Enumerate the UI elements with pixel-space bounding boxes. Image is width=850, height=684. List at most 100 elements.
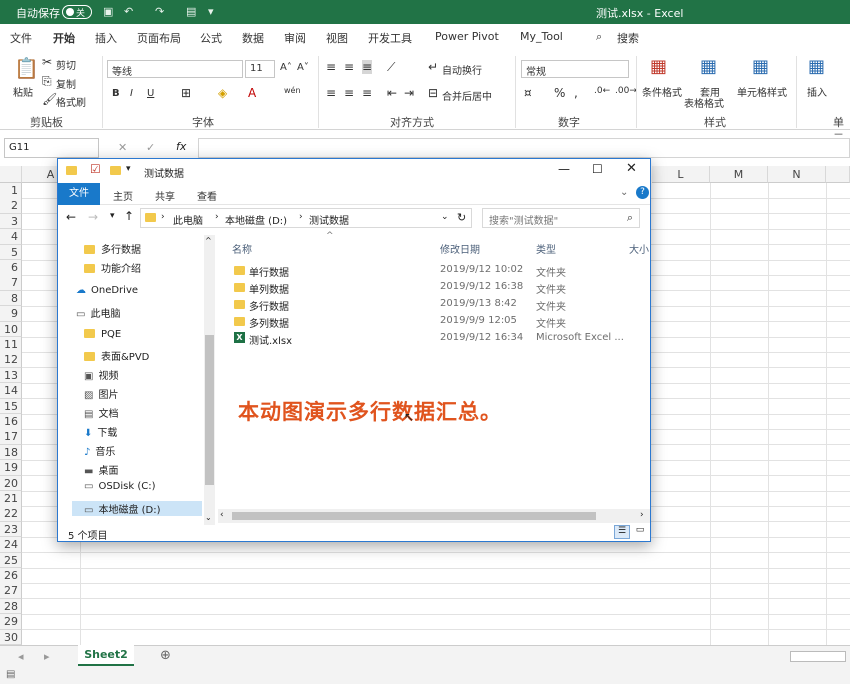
prev-sheet-icon[interactable]: ◂ (18, 650, 24, 663)
tab-formulas[interactable]: 公式 (200, 30, 222, 46)
row-header[interactable]: 7 (0, 275, 22, 291)
comma-icon[interactable]: , (574, 86, 578, 100)
nav-item[interactable]: 多行数据 (84, 241, 141, 256)
cell-style-icon[interactable]: ▦ (752, 56, 769, 77)
details-view-icon[interactable]: ☰ (614, 525, 630, 539)
decrease-decimal-icon[interactable]: .00→ (615, 86, 637, 96)
align-left-icon[interactable]: ≡ (326, 86, 336, 100)
qat-dropdown-icon[interactable]: ▾ (126, 164, 131, 174)
nav-item[interactable]: ▭ 此电脑 (76, 305, 120, 320)
next-sheet-icon[interactable]: ▸ (44, 650, 50, 663)
document-icon[interactable]: ▤ (186, 5, 196, 18)
column-header-next[interactable] (826, 166, 850, 183)
tab-file[interactable]: 文件 (10, 30, 32, 46)
file-list-scrollbar[interactable]: ‹ › (218, 509, 650, 523)
row-header[interactable]: 19 (0, 460, 22, 476)
enter-icon[interactable]: ✓ (146, 141, 155, 154)
row-header[interactable]: 12 (0, 352, 22, 368)
close-icon[interactable]: ✕ (626, 161, 637, 176)
table-format-icon[interactable]: ▦ (700, 56, 717, 77)
border-icon[interactable]: ⊞ (181, 86, 191, 100)
formula-input[interactable] (198, 138, 850, 158)
row-header[interactable]: 25 (0, 552, 22, 569)
row-header[interactable]: 10 (0, 321, 22, 338)
table-format-button-line2[interactable]: 表格格式 (684, 95, 724, 110)
column-type[interactable]: 类型 (536, 241, 556, 256)
font-size-select[interactable]: 11 (245, 60, 275, 78)
nav-item[interactable]: ⬇ 下载 (84, 424, 117, 439)
nav-scrollbar[interactable]: ^ ⌄ (204, 235, 215, 525)
file-row[interactable]: X 测试.xlsx 2019/9/12 16:34 Microsoft Excel .… (232, 330, 642, 347)
row-header[interactable]: 22 (0, 506, 22, 522)
file-explorer-window[interactable]: ☑ ▾ 测试数据 — ☐ ✕ 文件 主页 共享 查看 ⌄ ? ← → ▾ ↑ ›… (57, 158, 651, 542)
redo-icon[interactable]: ↷ (155, 5, 164, 18)
breadcrumb-drive-d[interactable]: 本地磁盘 (D:) (225, 212, 287, 227)
italic-button[interactable]: I (130, 88, 133, 99)
tab-developer[interactable]: 开发工具 (368, 30, 412, 46)
wrap-text-button[interactable]: 自动换行 (442, 62, 482, 77)
currency-icon[interactable]: ¤ (524, 86, 532, 100)
maximize-icon[interactable]: ☐ (592, 162, 603, 176)
row-header[interactable]: 21 (0, 491, 22, 507)
tab-review[interactable]: 审阅 (284, 30, 306, 46)
address-dropdown-icon[interactable]: ⌄ (441, 212, 449, 222)
nav-item[interactable]: 功能介绍 (84, 260, 141, 275)
align-right-icon[interactable]: ≡ (362, 86, 372, 100)
orientation-icon[interactable]: ⟋ (387, 60, 395, 75)
paste-icon[interactable]: 📋 (14, 56, 39, 80)
nav-item[interactable]: ♪ 音乐 (84, 443, 115, 458)
align-center-icon[interactable]: ≡ (344, 86, 354, 100)
tab-data[interactable]: 数据 (242, 30, 264, 46)
cut-icon[interactable]: ✂ (42, 55, 52, 69)
row-header[interactable]: 30 (0, 629, 22, 646)
explorer-search-input[interactable]: 搜索"测试数据" ⌕ (482, 208, 640, 228)
sheet-tab-sheet2[interactable]: Sheet2 (78, 645, 134, 666)
nav-item[interactable]: ▭ 本地磁盘 (D:) (72, 501, 202, 516)
row-header[interactable]: 9 (0, 306, 22, 322)
column-name[interactable]: 名称 (232, 241, 252, 256)
nav-item[interactable]: ▭ OSDisk (C:) (84, 481, 155, 492)
expand-ribbon-icon[interactable]: ⌄ (620, 187, 628, 198)
select-all-corner[interactable] (0, 166, 22, 183)
tab-page-layout[interactable]: 页面布局 (137, 30, 181, 46)
new-folder-icon[interactable] (110, 164, 127, 177)
nav-scroll-thumb[interactable] (205, 335, 214, 485)
column-header-n[interactable]: N (768, 166, 826, 183)
breadcrumb-test-data[interactable]: 测试数据 (309, 212, 349, 227)
undo-icon[interactable]: ↶ (124, 5, 133, 18)
save-icon[interactable]: ▣ (103, 5, 113, 18)
copy-button[interactable]: 复制 (56, 76, 76, 91)
row-header[interactable]: 18 (0, 444, 22, 461)
add-sheet-icon[interactable]: ⊕ (160, 648, 171, 663)
row-header[interactable]: 11 (0, 337, 22, 353)
file-row[interactable]: 多行数据 2019/9/13 8:42 文件夹 (232, 296, 642, 313)
large-icons-view-icon[interactable]: ▭ (632, 525, 648, 539)
increase-decimal-icon[interactable]: .0← (594, 86, 610, 96)
conditional-format-icon[interactable]: ▦ (650, 56, 667, 77)
insert-cells-icon[interactable]: ▦ (808, 56, 825, 77)
customize-icon[interactable]: ▾ (208, 5, 214, 18)
shrink-font-button[interactable]: A˅ (297, 62, 309, 73)
tab-view[interactable]: 视图 (326, 30, 348, 46)
underline-button[interactable]: U (147, 88, 154, 99)
back-icon[interactable]: ← (66, 210, 76, 224)
tab-insert[interactable]: 插入 (95, 30, 117, 46)
horizontal-scrollbar[interactable] (790, 651, 846, 662)
row-header[interactable]: 13 (0, 367, 22, 384)
row-header[interactable]: 17 (0, 429, 22, 445)
row-header[interactable]: 3 (0, 213, 22, 230)
nav-item[interactable]: ▣ 视频 (84, 367, 118, 382)
properties-icon[interactable]: ☑ (90, 162, 101, 176)
column-size[interactable]: 大小 (629, 241, 649, 256)
cut-button[interactable]: 剪切 (56, 57, 76, 72)
insert-function-button[interactable]: fx (176, 140, 186, 153)
scroll-left-icon[interactable]: ‹ (220, 510, 224, 520)
explorer-tab-file[interactable]: 文件 (58, 183, 100, 205)
cell-style-button[interactable]: 单元格样式 (737, 84, 787, 99)
align-middle-icon[interactable]: ≡ (344, 60, 354, 74)
row-header[interactable]: 16 (0, 414, 22, 430)
tab-my-tool[interactable]: My_Tool (520, 30, 563, 43)
font-name-select[interactable]: 等线 (107, 60, 243, 78)
recent-locations-icon[interactable]: ▾ (110, 211, 115, 221)
increase-indent-icon[interactable]: ⇥ (404, 86, 414, 100)
